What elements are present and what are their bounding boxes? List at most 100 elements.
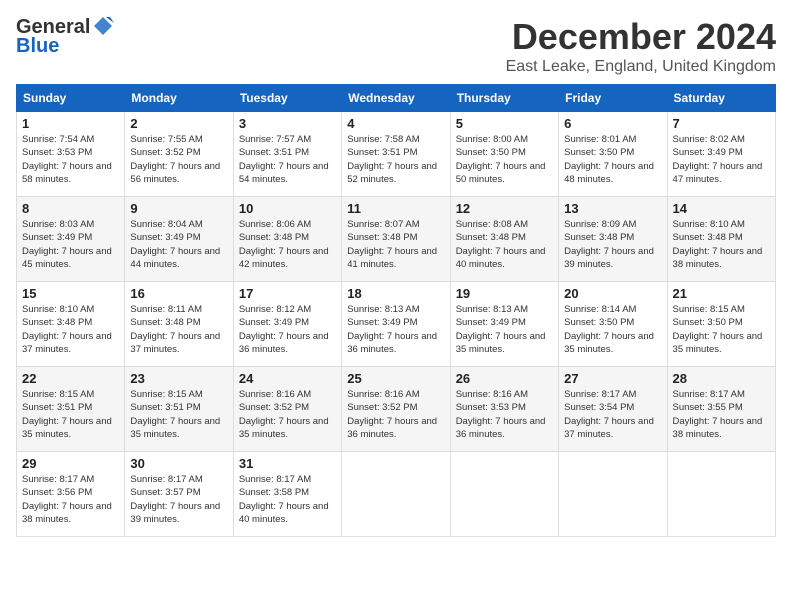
- calendar-day-cell: 4 Sunrise: 7:58 AM Sunset: 3:51 PM Dayli…: [342, 112, 450, 197]
- day-info: Sunrise: 8:10 AM Sunset: 3:48 PM Dayligh…: [22, 303, 119, 356]
- calendar-day-cell: 6 Sunrise: 8:01 AM Sunset: 3:50 PM Dayli…: [559, 112, 667, 197]
- day-number: 25: [347, 371, 444, 386]
- day-number: 4: [347, 116, 444, 131]
- calendar-day-cell: 7 Sunrise: 8:02 AM Sunset: 3:49 PM Dayli…: [667, 112, 775, 197]
- calendar-day-cell: 15 Sunrise: 8:10 AM Sunset: 3:48 PM Dayl…: [17, 282, 125, 367]
- day-of-week-header: Wednesday: [342, 85, 450, 112]
- day-number: 5: [456, 116, 553, 131]
- calendar-day-cell: 17 Sunrise: 8:12 AM Sunset: 3:49 PM Dayl…: [233, 282, 341, 367]
- day-info: Sunrise: 8:10 AM Sunset: 3:48 PM Dayligh…: [673, 218, 770, 271]
- month-title: December 2024: [506, 16, 776, 58]
- calendar-day-cell: 11 Sunrise: 8:07 AM Sunset: 3:48 PM Dayl…: [342, 197, 450, 282]
- day-number: 17: [239, 286, 336, 301]
- day-number: 9: [130, 201, 227, 216]
- day-info: Sunrise: 8:14 AM Sunset: 3:50 PM Dayligh…: [564, 303, 661, 356]
- day-of-week-header: Friday: [559, 85, 667, 112]
- day-number: 6: [564, 116, 661, 131]
- day-number: 12: [456, 201, 553, 216]
- day-number: 31: [239, 456, 336, 471]
- logo: General Blue: [16, 16, 114, 58]
- day-number: 10: [239, 201, 336, 216]
- day-info: Sunrise: 8:08 AM Sunset: 3:48 PM Dayligh…: [456, 218, 553, 271]
- day-of-week-header: Tuesday: [233, 85, 341, 112]
- calendar-day-cell: [450, 452, 558, 537]
- day-number: 15: [22, 286, 119, 301]
- calendar-day-cell: 5 Sunrise: 8:00 AM Sunset: 3:50 PM Dayli…: [450, 112, 558, 197]
- calendar-week-row: 29 Sunrise: 8:17 AM Sunset: 3:56 PM Dayl…: [17, 452, 776, 537]
- calendar-day-cell: 9 Sunrise: 8:04 AM Sunset: 3:49 PM Dayli…: [125, 197, 233, 282]
- day-info: Sunrise: 8:01 AM Sunset: 3:50 PM Dayligh…: [564, 133, 661, 186]
- calendar-week-row: 15 Sunrise: 8:10 AM Sunset: 3:48 PM Dayl…: [17, 282, 776, 367]
- title-section: December 2024 East Leake, England, Unite…: [506, 16, 776, 76]
- day-info: Sunrise: 8:03 AM Sunset: 3:49 PM Dayligh…: [22, 218, 119, 271]
- calendar-day-cell: 8 Sunrise: 8:03 AM Sunset: 3:49 PM Dayli…: [17, 197, 125, 282]
- calendar-day-cell: 24 Sunrise: 8:16 AM Sunset: 3:52 PM Dayl…: [233, 367, 341, 452]
- calendar-day-cell: 26 Sunrise: 8:16 AM Sunset: 3:53 PM Dayl…: [450, 367, 558, 452]
- day-info: Sunrise: 8:09 AM Sunset: 3:48 PM Dayligh…: [564, 218, 661, 271]
- day-number: 11: [347, 201, 444, 216]
- day-info: Sunrise: 8:16 AM Sunset: 3:52 PM Dayligh…: [239, 388, 336, 441]
- day-info: Sunrise: 8:17 AM Sunset: 3:57 PM Dayligh…: [130, 473, 227, 526]
- calendar-week-row: 8 Sunrise: 8:03 AM Sunset: 3:49 PM Dayli…: [17, 197, 776, 282]
- day-info: Sunrise: 8:04 AM Sunset: 3:49 PM Dayligh…: [130, 218, 227, 271]
- calendar-day-cell: 29 Sunrise: 8:17 AM Sunset: 3:56 PM Dayl…: [17, 452, 125, 537]
- day-number: 20: [564, 286, 661, 301]
- logo-blue-text: Blue: [16, 35, 114, 58]
- day-info: Sunrise: 8:11 AM Sunset: 3:48 PM Dayligh…: [130, 303, 227, 356]
- calendar-week-row: 22 Sunrise: 8:15 AM Sunset: 3:51 PM Dayl…: [17, 367, 776, 452]
- day-number: 3: [239, 116, 336, 131]
- day-of-week-header: Thursday: [450, 85, 558, 112]
- day-info: Sunrise: 8:17 AM Sunset: 3:58 PM Dayligh…: [239, 473, 336, 526]
- calendar-day-cell: 31 Sunrise: 8:17 AM Sunset: 3:58 PM Dayl…: [233, 452, 341, 537]
- calendar-day-cell: 3 Sunrise: 7:57 AM Sunset: 3:51 PM Dayli…: [233, 112, 341, 197]
- calendar-day-cell: [559, 452, 667, 537]
- day-info: Sunrise: 7:54 AM Sunset: 3:53 PM Dayligh…: [22, 133, 119, 186]
- day-number: 27: [564, 371, 661, 386]
- day-number: 29: [22, 456, 119, 471]
- day-number: 8: [22, 201, 119, 216]
- day-number: 18: [347, 286, 444, 301]
- calendar-day-cell: 14 Sunrise: 8:10 AM Sunset: 3:48 PM Dayl…: [667, 197, 775, 282]
- calendar-day-cell: 21 Sunrise: 8:15 AM Sunset: 3:50 PM Dayl…: [667, 282, 775, 367]
- day-number: 16: [130, 286, 227, 301]
- day-of-week-header: Monday: [125, 85, 233, 112]
- calendar-day-cell: 30 Sunrise: 8:17 AM Sunset: 3:57 PM Dayl…: [125, 452, 233, 537]
- calendar-day-cell: [342, 452, 450, 537]
- logo-icon: [92, 15, 114, 37]
- calendar-day-cell: [667, 452, 775, 537]
- day-number: 28: [673, 371, 770, 386]
- calendar-day-cell: 1 Sunrise: 7:54 AM Sunset: 3:53 PM Dayli…: [17, 112, 125, 197]
- day-number: 7: [673, 116, 770, 131]
- day-number: 24: [239, 371, 336, 386]
- day-of-week-header: Sunday: [17, 85, 125, 112]
- day-number: 19: [456, 286, 553, 301]
- day-info: Sunrise: 7:58 AM Sunset: 3:51 PM Dayligh…: [347, 133, 444, 186]
- day-number: 13: [564, 201, 661, 216]
- day-info: Sunrise: 8:12 AM Sunset: 3:49 PM Dayligh…: [239, 303, 336, 356]
- day-number: 21: [673, 286, 770, 301]
- day-info: Sunrise: 8:15 AM Sunset: 3:50 PM Dayligh…: [673, 303, 770, 356]
- calendar-week-row: 1 Sunrise: 7:54 AM Sunset: 3:53 PM Dayli…: [17, 112, 776, 197]
- day-info: Sunrise: 8:13 AM Sunset: 3:49 PM Dayligh…: [456, 303, 553, 356]
- day-info: Sunrise: 8:15 AM Sunset: 3:51 PM Dayligh…: [22, 388, 119, 441]
- calendar-day-cell: 27 Sunrise: 8:17 AM Sunset: 3:54 PM Dayl…: [559, 367, 667, 452]
- day-number: 1: [22, 116, 119, 131]
- day-info: Sunrise: 8:13 AM Sunset: 3:49 PM Dayligh…: [347, 303, 444, 356]
- location-subtitle: East Leake, England, United Kingdom: [506, 58, 776, 76]
- calendar-day-cell: 28 Sunrise: 8:17 AM Sunset: 3:55 PM Dayl…: [667, 367, 775, 452]
- calendar-day-cell: 22 Sunrise: 8:15 AM Sunset: 3:51 PM Dayl…: [17, 367, 125, 452]
- calendar-header-row: SundayMondayTuesdayWednesdayThursdayFrid…: [17, 85, 776, 112]
- calendar-day-cell: 10 Sunrise: 8:06 AM Sunset: 3:48 PM Dayl…: [233, 197, 341, 282]
- calendar-day-cell: 25 Sunrise: 8:16 AM Sunset: 3:52 PM Dayl…: [342, 367, 450, 452]
- day-info: Sunrise: 8:17 AM Sunset: 3:55 PM Dayligh…: [673, 388, 770, 441]
- day-number: 22: [22, 371, 119, 386]
- calendar-day-cell: 20 Sunrise: 8:14 AM Sunset: 3:50 PM Dayl…: [559, 282, 667, 367]
- calendar-day-cell: 12 Sunrise: 8:08 AM Sunset: 3:48 PM Dayl…: [450, 197, 558, 282]
- day-info: Sunrise: 8:17 AM Sunset: 3:56 PM Dayligh…: [22, 473, 119, 526]
- day-number: 2: [130, 116, 227, 131]
- day-info: Sunrise: 8:07 AM Sunset: 3:48 PM Dayligh…: [347, 218, 444, 271]
- day-number: 14: [673, 201, 770, 216]
- calendar-day-cell: 23 Sunrise: 8:15 AM Sunset: 3:51 PM Dayl…: [125, 367, 233, 452]
- calendar-day-cell: 13 Sunrise: 8:09 AM Sunset: 3:48 PM Dayl…: [559, 197, 667, 282]
- day-info: Sunrise: 8:15 AM Sunset: 3:51 PM Dayligh…: [130, 388, 227, 441]
